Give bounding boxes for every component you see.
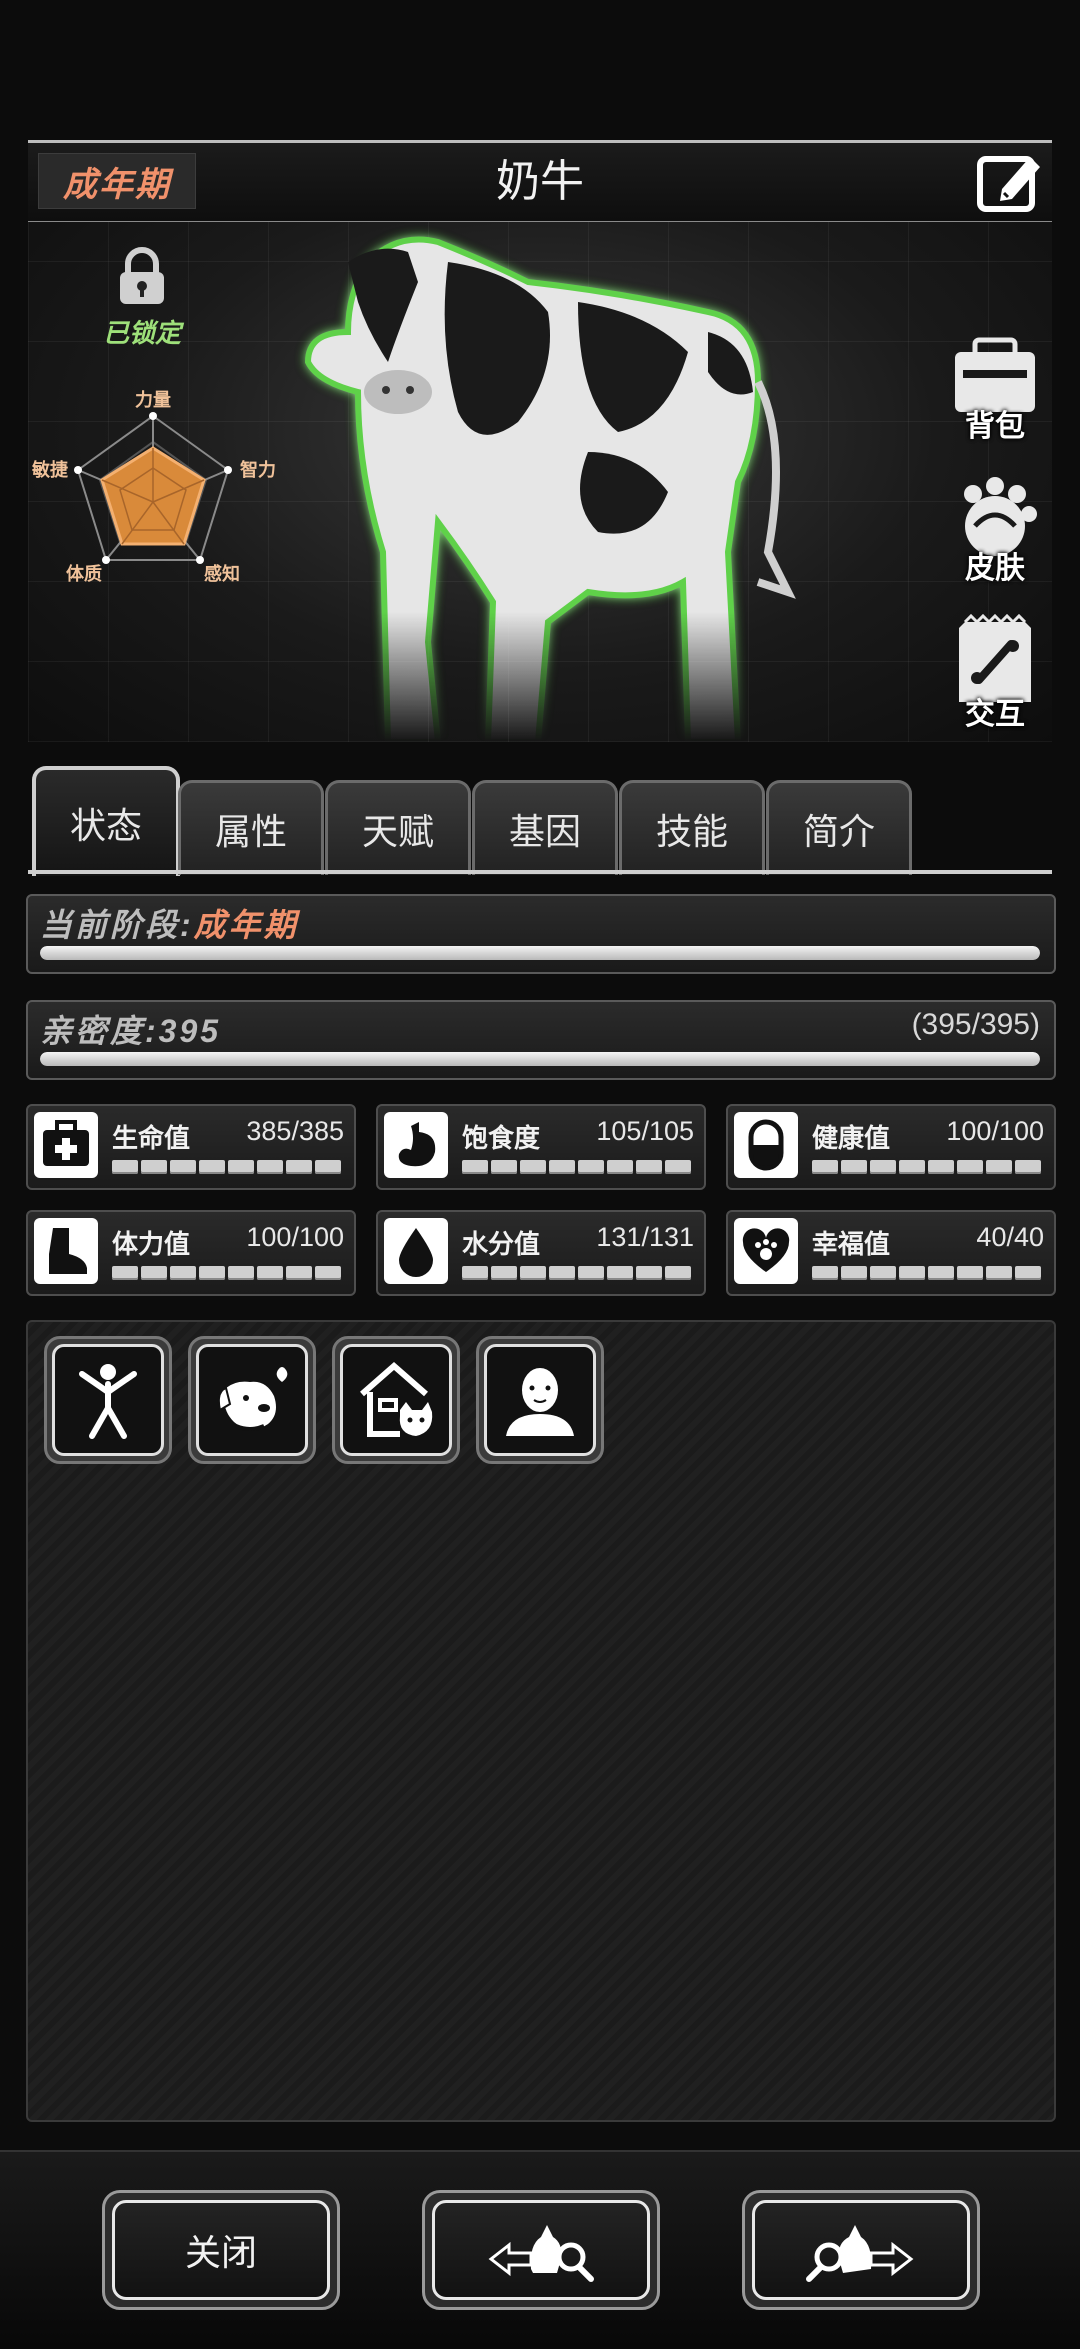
pill-icon (748, 1119, 784, 1171)
stomach-icon (398, 1122, 436, 1167)
interact-button[interactable]: 交互 (940, 613, 1050, 733)
pet-house-icon (360, 1362, 433, 1437)
action-pet-house-button[interactable] (332, 1336, 460, 1464)
intimacy-bar: 亲密度:395 (395/395) (26, 1000, 1056, 1080)
heart-paw-icon (742, 1228, 790, 1272)
tab-attributes[interactable]: 属性 (178, 780, 324, 875)
stat-satiety: 饱食度 105/105 (376, 1104, 706, 1190)
stat-name: 体力值 (112, 1229, 191, 1259)
water-drop-icon (399, 1228, 433, 1277)
stage-bar: 当前阶段:成年期 (26, 894, 1056, 974)
radar-label-agility: 敏捷 (31, 459, 69, 481)
person-avatar-icon (506, 1368, 574, 1436)
radar-label-perception: 感知 (204, 563, 240, 585)
attribute-radar: 力量 智力 感知 体质 敏捷 (28, 362, 318, 672)
stat-segments (812, 1160, 1041, 1174)
close-button[interactable]: 关闭 (102, 2190, 340, 2310)
tab-status[interactable]: 状态 (32, 766, 180, 876)
stat-segments (112, 1266, 341, 1280)
stat-value: 385/385 (246, 1116, 344, 1146)
lock-toggle[interactable]: 已锁定 (82, 244, 202, 350)
status-content-panel (26, 1320, 1056, 2122)
stat-stamina: 体力值 100/100 (26, 1210, 356, 1296)
next-pet-icon (806, 2225, 914, 2282)
interact-label: 交互 (965, 698, 1025, 731)
tab-bar: 状态 属性 天赋 基因 技能 简介 (28, 762, 1052, 876)
stat-value: 100/100 (246, 1222, 344, 1252)
stat-value: 100/100 (946, 1116, 1044, 1146)
tab-genes[interactable]: 基因 (472, 780, 618, 875)
intimacy-progress (40, 1052, 1040, 1066)
lock-label: 已锁定 (102, 318, 181, 348)
stat-segments (112, 1160, 341, 1174)
foot-icon (49, 1228, 87, 1274)
action-exercise-button[interactable] (44, 1336, 172, 1464)
stat-happiness: 幸福值 40/40 (726, 1210, 1056, 1296)
tab-talents[interactable]: 天赋 (325, 780, 471, 875)
stat-segments (462, 1266, 691, 1280)
tab-skills[interactable]: 技能 (619, 780, 765, 875)
edit-button[interactable] (974, 149, 1046, 215)
skin-button[interactable]: 皮肤 (940, 474, 1050, 587)
close-button-label: 关闭 (112, 2200, 330, 2300)
stat-name: 水分值 (462, 1229, 541, 1259)
stage-bar-label: 当前阶段:成年期 (40, 900, 299, 946)
medkit-icon (43, 1120, 89, 1166)
header-bar: 奶牛 成年期 (28, 140, 1052, 224)
action-character-button[interactable] (476, 1336, 604, 1464)
stage-badge: 成年期 (38, 153, 196, 209)
stat-segments (462, 1160, 691, 1174)
stage-bar-title: 当前阶段: (40, 907, 194, 943)
previous-pet-button[interactable] (422, 2190, 660, 2310)
stat-wellness: 健康值 100/100 (726, 1104, 1056, 1190)
action-pet-dog-button[interactable] (188, 1336, 316, 1464)
dog-love-icon (217, 1367, 288, 1431)
stat-hydration: 水分值 131/131 (376, 1210, 706, 1296)
edit-icon (977, 156, 1040, 212)
radar-label-strength: 力量 (135, 389, 171, 411)
intimacy-count: (395/395) (911, 1008, 1040, 1041)
stat-segments (812, 1266, 1041, 1280)
stage-bar-value: 成年期 (193, 907, 299, 943)
footer-bar: 关闭 (0, 2150, 1080, 2349)
stat-value: 105/105 (596, 1116, 694, 1146)
tab-underline (28, 870, 1052, 874)
cow-image (304, 236, 796, 742)
stat-name: 饱食度 (462, 1123, 541, 1153)
stat-value: 131/131 (596, 1222, 694, 1252)
previous-pet-icon (488, 2225, 594, 2282)
stat-name: 健康值 (812, 1123, 891, 1153)
stage-progress (40, 946, 1040, 960)
backpack-label: 背包 (965, 410, 1025, 443)
pet-display: 已锁定 力量 智力 感知 体质 敏捷 背包 皮肤 交互 (28, 222, 1052, 742)
stat-health: 生命值 385/385 (26, 1104, 356, 1190)
stat-name: 幸福值 (812, 1229, 891, 1259)
skin-label: 皮肤 (965, 552, 1025, 585)
stat-name: 生命值 (112, 1123, 191, 1153)
backpack-button[interactable]: 背包 (940, 332, 1050, 445)
stat-value: 40/40 (976, 1222, 1044, 1252)
tab-intro[interactable]: 简介 (766, 780, 912, 875)
stretch-person-icon (79, 1364, 137, 1439)
intimacy-label: 亲密度:395 (40, 1013, 222, 1049)
radar-label-constitution: 体质 (66, 563, 102, 585)
lock-icon (120, 247, 164, 304)
radar-label-intelligence: 智力 (240, 459, 276, 481)
next-pet-button[interactable] (742, 2190, 980, 2310)
